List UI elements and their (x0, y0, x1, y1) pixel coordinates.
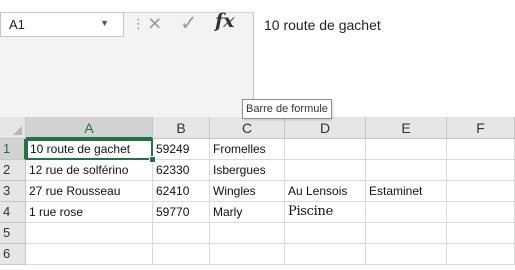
cell-f2[interactable] (447, 160, 515, 181)
cell-d4[interactable]: Piscine (285, 202, 366, 223)
cell-c4[interactable]: Marly (210, 202, 285, 223)
insert-function-icon[interactable]: fx (215, 10, 235, 32)
cell-e3[interactable]: Estaminet (366, 181, 447, 202)
name-box[interactable]: A1 ▼ (0, 12, 124, 37)
cell-b5[interactable] (153, 223, 210, 244)
cell-d1[interactable] (285, 139, 366, 160)
cell-a2[interactable]: 12 rue de solférino (26, 160, 153, 181)
column-header-e[interactable]: E (366, 117, 447, 139)
cell-b3[interactable]: 62410 (153, 181, 210, 202)
name-box-value: A1 (9, 17, 25, 32)
column-header-b[interactable]: B (153, 117, 210, 139)
vertical-dots-icon[interactable]: ⋮ (132, 16, 145, 32)
column-header-f[interactable]: F (447, 117, 515, 139)
cell-a3[interactable]: 27 rue Rousseau (26, 181, 153, 202)
cell-d3[interactable]: Au Lensois (285, 181, 366, 202)
cell-f5[interactable] (447, 223, 515, 244)
cell-d5[interactable] (285, 223, 366, 244)
row-header-6[interactable]: 6 (0, 244, 26, 265)
row-header-4[interactable]: 4 (0, 202, 26, 223)
cell-f3[interactable] (447, 181, 515, 202)
cell-a6[interactable] (26, 244, 153, 265)
cell-d6[interactable] (285, 244, 366, 265)
cell-c1[interactable]: Fromelles (210, 139, 285, 160)
window-top-strip (0, 0, 515, 12)
row-header-1[interactable]: 1 (0, 139, 26, 160)
column-header-c[interactable]: C (210, 117, 285, 139)
cell-c5[interactable] (210, 223, 285, 244)
cell-e2[interactable] (366, 160, 447, 181)
cell-b6[interactable] (153, 244, 210, 265)
cell-e5[interactable] (366, 223, 447, 244)
cell-c6[interactable] (210, 244, 285, 265)
cell-b4[interactable]: 59770 (153, 202, 210, 223)
formula-bar-tooltip: Barre de formule (242, 99, 332, 119)
cell-d2[interactable] (285, 160, 366, 181)
select-all-button[interactable] (0, 117, 26, 139)
cell-b1[interactable]: 59249 (153, 139, 210, 160)
cell-f6[interactable] (447, 244, 515, 265)
cancel-icon[interactable]: × (148, 10, 161, 37)
cell-e4[interactable] (366, 202, 447, 223)
spreadsheet-grid: A B C D E F 1 10 route de gachet 59249 Fromelles 2… (0, 117, 515, 270)
cell-e1[interactable] (366, 139, 447, 160)
fill-handle[interactable] (149, 156, 156, 163)
chevron-down-icon[interactable]: ▼ (100, 18, 109, 28)
cell-c3[interactable]: Wingles (210, 181, 285, 202)
cell-e6[interactable] (366, 244, 447, 265)
formula-value: 10 route de gachet (264, 17, 381, 33)
cell-a1[interactable]: 10 route de gachet (26, 139, 153, 160)
cell-f4[interactable] (447, 202, 515, 223)
cell-c2[interactable]: Isbergues (210, 160, 285, 181)
cell-a4[interactable]: 1 rue rose (26, 202, 153, 223)
cell-b2[interactable]: 62330 (153, 160, 210, 181)
enter-icon[interactable]: ✓ (180, 11, 198, 36)
column-header-a[interactable]: A (26, 117, 153, 139)
row-header-3[interactable]: 3 (0, 181, 26, 202)
row-header-2[interactable]: 2 (0, 160, 26, 181)
cell-f1[interactable] (447, 139, 515, 160)
row-header-5[interactable]: 5 (0, 223, 26, 244)
cell-a5[interactable] (26, 223, 153, 244)
column-header-d[interactable]: D (285, 117, 366, 139)
